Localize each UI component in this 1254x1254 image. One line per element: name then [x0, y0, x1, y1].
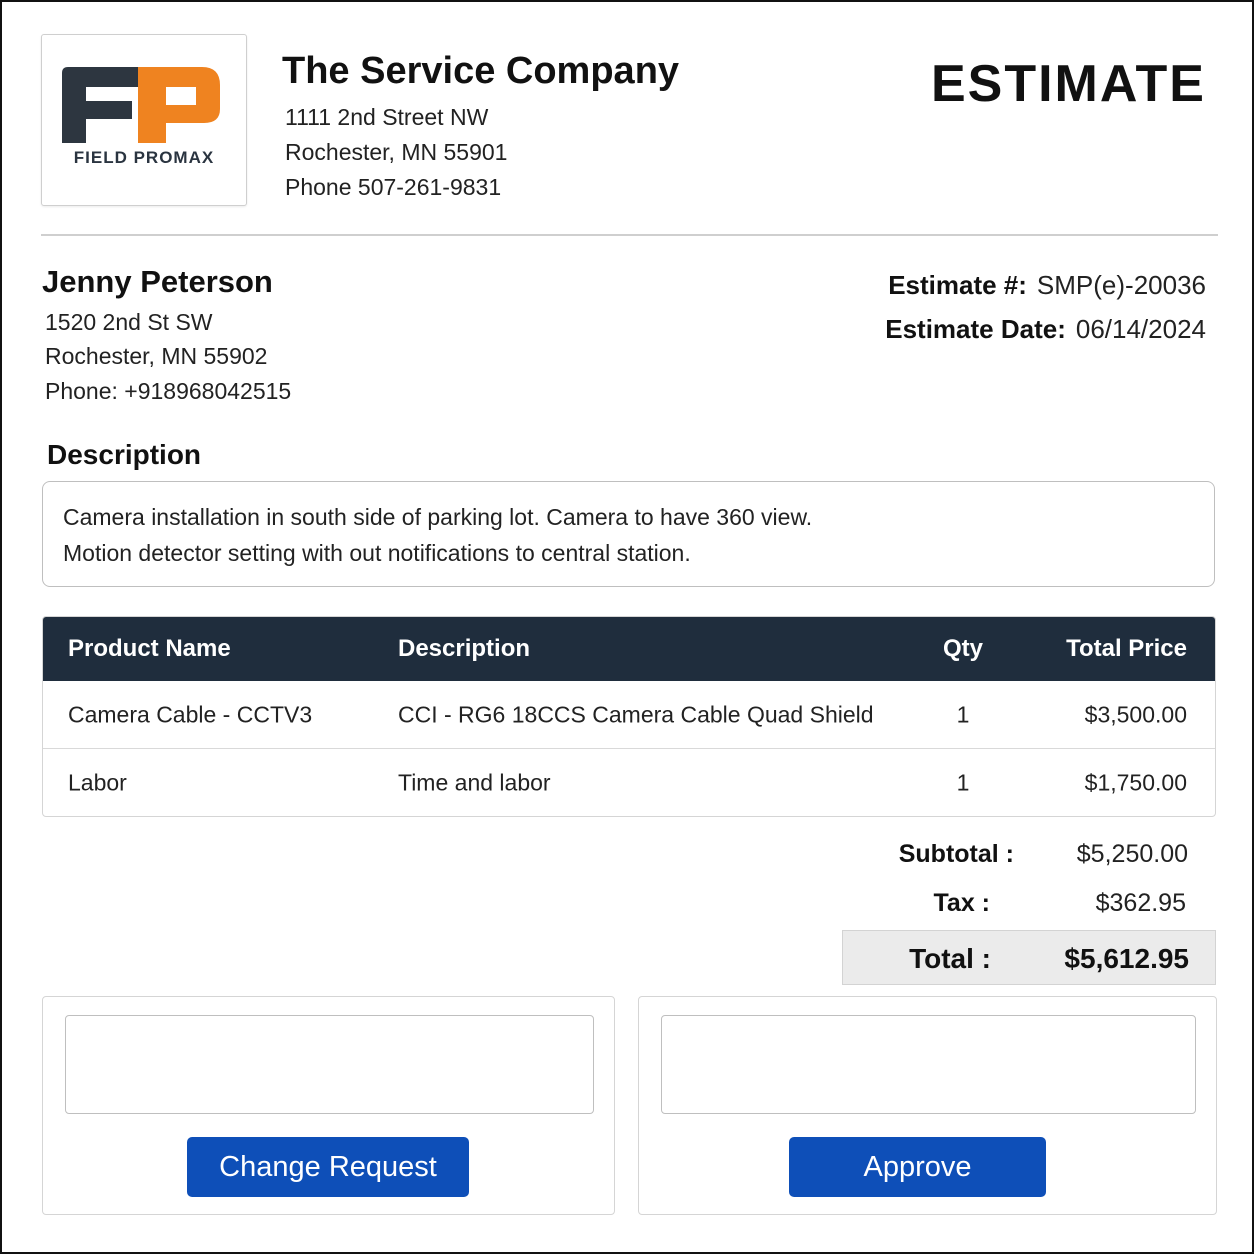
estimate-date-label: Estimate Date:: [885, 314, 1066, 344]
header-divider: [41, 234, 1218, 236]
tax-value: $362.95: [1095, 889, 1186, 917]
estimate-date-row: Estimate Date: 06/14/2024: [885, 314, 1206, 345]
column-header-description: Description: [398, 635, 531, 662]
estimate-number-value: SMP(e)-20036: [1036, 270, 1206, 300]
table-row: Labor Time and labor 1 $1,750.00: [43, 748, 1215, 816]
field-promax-logo-icon: [62, 67, 220, 143]
total-label: Total :: [909, 943, 991, 974]
change-request-card: Change Request: [42, 996, 615, 1215]
estimate-page: FIELD PROMAX The Service Company 1111 2n…: [0, 0, 1254, 1254]
approve-card: Approve: [638, 996, 1217, 1215]
total-row: Total : $5,612.95: [842, 930, 1216, 985]
customer-name: Jenny Peterson: [42, 264, 273, 299]
company-phone: Phone 507-261-9831: [285, 174, 502, 200]
document-title: ESTIMATE: [930, 55, 1206, 113]
description-heading: Description: [47, 439, 202, 470]
cell-qty: 1: [956, 769, 970, 795]
cell-total-price: $3,500.00: [1084, 701, 1187, 727]
company-logo: FIELD PROMAX: [41, 34, 247, 206]
column-header-product-name: Product Name: [68, 635, 231, 662]
company-name: The Service Company: [282, 50, 680, 92]
change-request-button[interactable]: Change Request: [187, 1137, 469, 1197]
cell-product-name: Camera Cable - CCTV3: [68, 701, 313, 727]
table-row: Camera Cable - CCTV3 CCI - RG6 18CCS Cam…: [43, 681, 1215, 748]
total-value: $5,612.95: [1064, 943, 1189, 974]
customer-address-line2: Rochester, MN 55902: [45, 343, 268, 369]
estimate-number-label: Estimate #:: [888, 270, 1027, 300]
tax-label: Tax :: [933, 889, 991, 917]
estimate-number-row: Estimate #: SMP(e)-20036: [888, 270, 1206, 301]
approve-signature-field[interactable]: [661, 1015, 1196, 1114]
description-line: Motion detector setting with out notific…: [63, 540, 691, 566]
subtotal-label: Subtotal :: [898, 840, 1014, 868]
subtotal-value: $5,250.00: [1076, 840, 1188, 868]
estimate-date-value: 06/14/2024: [1075, 314, 1206, 344]
description-line: Camera installation in south side of par…: [63, 504, 813, 530]
company-address-line2: Rochester, MN 55901: [285, 139, 508, 165]
cell-qty: 1: [956, 701, 970, 727]
company-address-line1: 1111 2nd Street NW: [285, 104, 489, 130]
change-request-comment-field[interactable]: [65, 1015, 594, 1114]
cell-description: CCI - RG6 18CCS Camera Cable Quad Shield: [398, 701, 874, 727]
cell-description: Time and labor: [398, 769, 551, 795]
table-header: Product Name Description Qty Total Price: [43, 617, 1215, 681]
cell-total-price: $1,750.00: [1084, 769, 1187, 795]
column-header-total-price: Total Price: [1066, 635, 1187, 662]
customer-address-line1: 1520 2nd St SW: [45, 309, 213, 335]
description-box: Camera installation in south side of par…: [42, 481, 1215, 587]
logo-wordmark: FIELD PROMAX: [73, 148, 215, 167]
line-items-table: Product Name Description Qty Total Price…: [42, 616, 1216, 817]
approve-button[interactable]: Approve: [789, 1137, 1046, 1197]
column-header-qty: Qty: [942, 635, 983, 662]
customer-phone: Phone: +918968042515: [45, 378, 292, 404]
cell-product-name: Labor: [68, 769, 127, 795]
